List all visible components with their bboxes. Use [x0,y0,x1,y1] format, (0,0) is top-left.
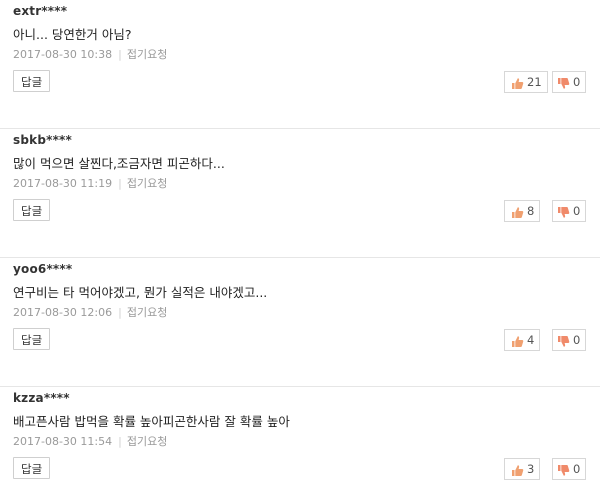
meta-separator: | [118,177,122,190]
like-button[interactable]: 21 [504,71,548,93]
dislike-button[interactable]: 0 [552,71,587,93]
dislike-count: 0 [573,204,581,218]
reply-button[interactable]: 답글 [13,70,51,92]
like-button[interactable]: 8 [504,200,541,222]
report-link[interactable]: 접기요청 [127,177,167,190]
thumbs-down-icon [557,334,570,347]
comment-meta: 2017-08-30 12:06 | 접기요청 [13,304,167,320]
comment-username: sbkb**** [13,133,73,147]
reply-button[interactable]: 답글 [13,328,51,350]
dislike-button[interactable]: 0 [552,200,587,222]
comment-item: yoo6**** 연구비는 타 먹어야겠고, 뭔가 실적은 내야겠고... 20… [0,258,600,387]
like-button[interactable]: 3 [504,458,541,480]
thumbs-up-icon [511,76,524,89]
comment-meta: 2017-08-30 11:54 | 접기요청 [13,433,167,449]
thumbs-up-icon [511,205,524,218]
comment-username: kzza**** [13,391,70,405]
report-link[interactable]: 접기요청 [127,435,167,448]
comment-datetime: 2017-08-30 12:06 [13,306,113,319]
reply-button[interactable]: 답글 [13,457,51,479]
dislike-count: 0 [573,333,581,347]
dislike-button[interactable]: 0 [552,329,587,351]
thumbs-down-icon [557,76,570,89]
comment-text: 연구비는 타 먹어야겠고, 뭔가 실적은 내야겠고... [13,285,268,300]
comment-username: extr**** [13,4,68,18]
comment-datetime: 2017-08-30 11:19 [13,177,113,190]
comment-item: extr**** 아니... 당연한거 아님? 2017-08-30 10:38… [0,0,600,129]
meta-separator: | [118,435,122,448]
comment-datetime: 2017-08-30 10:38 [13,48,113,61]
comment-item: kzza**** 배고픈사람 밥먹을 확률 높아피곤한사람 잘 확률 높아 20… [0,387,600,494]
like-count: 4 [527,333,535,347]
like-count: 21 [527,75,542,89]
dislike-count: 0 [573,75,581,89]
comment-text: 아니... 당연한거 아님? [13,27,132,42]
thumbs-up-icon [511,463,524,476]
like-count: 3 [527,462,535,476]
meta-separator: | [118,48,122,61]
comment-meta: 2017-08-30 11:19 | 접기요청 [13,175,167,191]
report-link[interactable]: 접기요청 [127,306,167,319]
comment-username: yoo6**** [13,262,73,276]
comment-text: 배고픈사람 밥먹을 확률 높아피곤한사람 잘 확률 높아 [13,414,290,429]
like-button[interactable]: 4 [504,329,541,351]
comment-item: sbkb**** 많이 먹으면 살찐다,조금자면 피곤하다... 2017-08… [0,129,600,258]
comment-text: 많이 먹으면 살찐다,조금자면 피곤하다... [13,156,225,171]
meta-separator: | [118,306,122,319]
like-count: 8 [527,204,535,218]
report-link[interactable]: 접기요청 [127,48,167,61]
comment-meta: 2017-08-30 10:38 | 접기요청 [13,46,167,62]
dislike-button[interactable]: 0 [552,458,587,480]
thumbs-down-icon [557,205,570,218]
reply-button[interactable]: 답글 [13,199,51,221]
thumbs-up-icon [511,334,524,347]
thumbs-down-icon [557,463,570,476]
comment-datetime: 2017-08-30 11:54 [13,435,113,448]
dislike-count: 0 [573,462,581,476]
